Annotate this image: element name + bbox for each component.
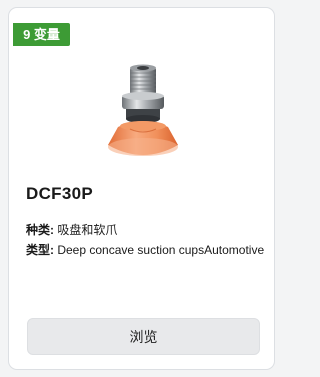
product-card[interactable]: 9 变量 DCF30P 种类: 吸盘和软爪 类型: Deep concave s…: [8, 7, 275, 370]
spec-kind-value: Deep concave suction cupsAutomotive: [57, 243, 265, 257]
spec-kind-row: 类型: Deep concave suction cupsAutomotive: [26, 240, 266, 260]
vacuum-suction-cup-image: [108, 64, 178, 156]
spec-kind-label: 类型:: [26, 243, 54, 257]
spec-type-label: 种类:: [26, 223, 54, 237]
product-title: DCF30P: [26, 184, 93, 203]
browse-button[interactable]: 浏览: [27, 318, 260, 355]
variants-badge: 9 变量: [13, 23, 70, 46]
spec-type-value: 吸盘和软爪: [57, 223, 118, 237]
spec-type-row: 种类: 吸盘和软爪: [26, 220, 266, 240]
product-specs: 种类: 吸盘和软爪 类型: Deep concave suction cupsA…: [26, 220, 266, 260]
